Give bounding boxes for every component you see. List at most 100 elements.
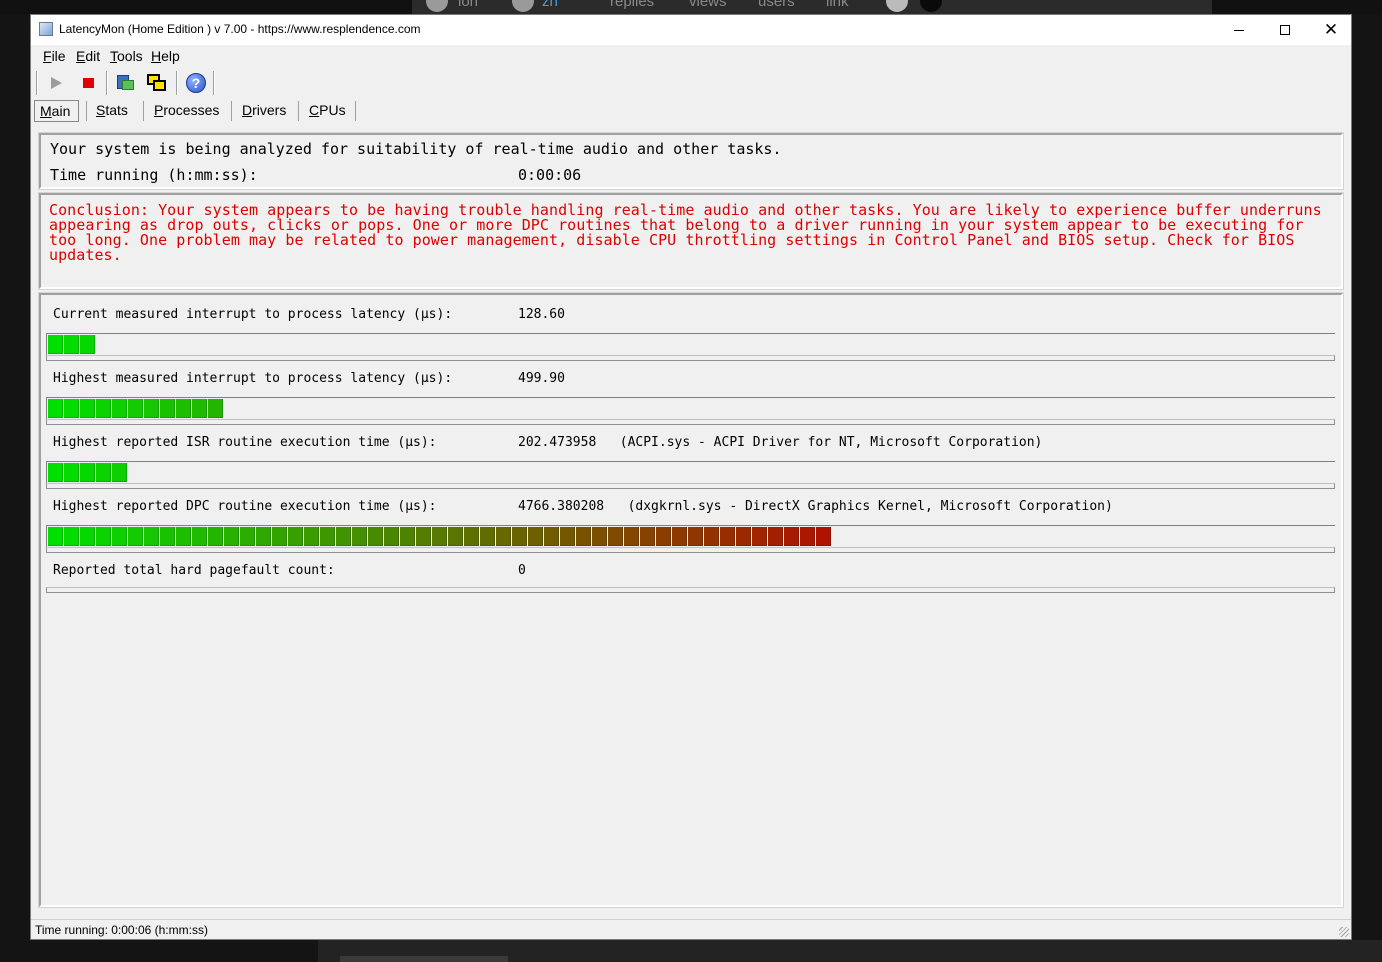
metric-label: Highest measured interrupt to process la… [53,371,453,386]
meter-segment [672,527,687,546]
maximize-icon [1280,25,1290,35]
meter-segment [48,463,63,482]
window-title: LatencyMon (Home Edition ) v 7.00 - http… [59,22,421,36]
metric-value: 4766.380208 (dxgkrnl.sys - DirectX Graph… [518,499,1113,514]
meter-segment [816,527,831,546]
analyze-icon [116,74,134,92]
title-bar[interactable]: LatencyMon (Home Edition ) v 7.00 - http… [31,15,1351,45]
meter-segment [176,527,191,546]
tab-stats[interactable]: Stats [96,100,128,122]
meter-segment [144,399,159,418]
menu-help[interactable]: Help [151,48,180,64]
meter-segment [800,527,815,546]
stop-button[interactable] [77,72,99,94]
meter-fill [48,335,96,354]
meter-track [46,547,1335,553]
metric-value: 0 [518,563,526,578]
main-content: Your system is being analyzed for suitab… [39,133,1343,907]
minimize-button[interactable] [1216,15,1262,45]
meter-segment [528,527,543,546]
meter-segment [288,527,303,546]
menu-edit[interactable]: Edit [76,48,100,64]
meter-segment [416,527,431,546]
metric-value: 128.60 [518,307,565,322]
avatar-icon [512,0,534,12]
status-message: Your system is being analyzed for suitab… [50,140,782,158]
meter-segment [128,399,143,418]
meter-segment [160,399,175,418]
status-bar-text: Time running: 0:00:06 (h:mm:ss) [35,923,208,937]
meter-segment [432,527,447,546]
meter-segment [720,527,735,546]
meter-segment [784,527,799,546]
tab-separator [143,101,144,121]
start-button[interactable] [45,72,67,94]
background-text: ion [458,0,479,10]
meter-segment [304,527,319,546]
latency-meter [46,397,1335,421]
meter-segment [96,527,111,546]
status-bar: Time running: 0:00:06 (h:mm:ss) [31,919,1351,939]
background-desktop-right [1352,14,1382,940]
metric-label: Current measured interrupt to process la… [53,307,453,322]
background-desktop-top: ion zh replies views users link [0,0,1382,14]
conclusion-text: Conclusion: Your system appears to be ha… [49,201,1322,264]
avatar-icon [886,0,908,12]
toolbar-separator [106,71,108,95]
background-forum-header: ion zh replies views users link [412,0,1212,14]
maximize-button[interactable] [1262,15,1308,45]
metric-label: Highest reported ISR routine execution t… [53,435,437,450]
tab-separator [355,101,356,121]
meter-segment [80,527,95,546]
tab-main[interactable]: Main [34,100,79,122]
meter-segment [320,527,335,546]
meter-segment [736,527,751,546]
meter-segment [704,527,719,546]
meter-segment [576,527,591,546]
meter-segment [352,527,367,546]
menu-bar: File Edit Tools Help [31,45,1351,67]
help-icon: ? [186,73,206,93]
meter-segment [192,399,207,418]
menu-file[interactable]: File [43,48,66,64]
analyze-button[interactable] [114,72,136,94]
avatar-icon [426,0,448,12]
close-icon: ✕ [1323,19,1339,40]
meter-segment [448,527,463,546]
meter-segment [48,399,63,418]
windows-icon [147,74,167,92]
close-button[interactable]: ✕ [1308,15,1354,45]
meter-segment [464,527,479,546]
meter-track [46,419,1335,425]
resize-grip-icon[interactable] [1339,927,1349,937]
meter-segment [112,399,127,418]
metric-label: Reported total hard pagefault count: [53,563,335,578]
menu-tools[interactable]: Tools [110,48,143,64]
tab-processes[interactable]: Processes [154,100,219,122]
metric-value: 499.90 [518,371,565,386]
background-desktop-bottom [0,940,1382,962]
avatar-icon [920,0,942,12]
meter-segment [64,335,79,354]
meter-segment [336,527,351,546]
meter-segment [160,527,175,546]
help-button[interactable]: ? [185,72,207,94]
toolbar-separator [36,71,38,95]
meter-segment [176,399,191,418]
play-icon [50,77,62,89]
meter-segment [752,527,767,546]
meter-segment [496,527,511,546]
meter-track [46,483,1335,489]
meter-segment [192,527,207,546]
tab-separator [298,101,299,121]
time-running-value: 0:00:06 [518,166,582,184]
windows-button[interactable] [146,72,168,94]
meter-segment [400,527,415,546]
toolbar-separator [213,71,215,95]
background-text: views [689,0,727,10]
tab-cpus[interactable]: CPUs [309,100,346,122]
meter-fill [48,399,224,418]
tab-separator [86,101,87,121]
stop-icon [82,78,94,88]
tab-drivers[interactable]: Drivers [242,100,286,122]
